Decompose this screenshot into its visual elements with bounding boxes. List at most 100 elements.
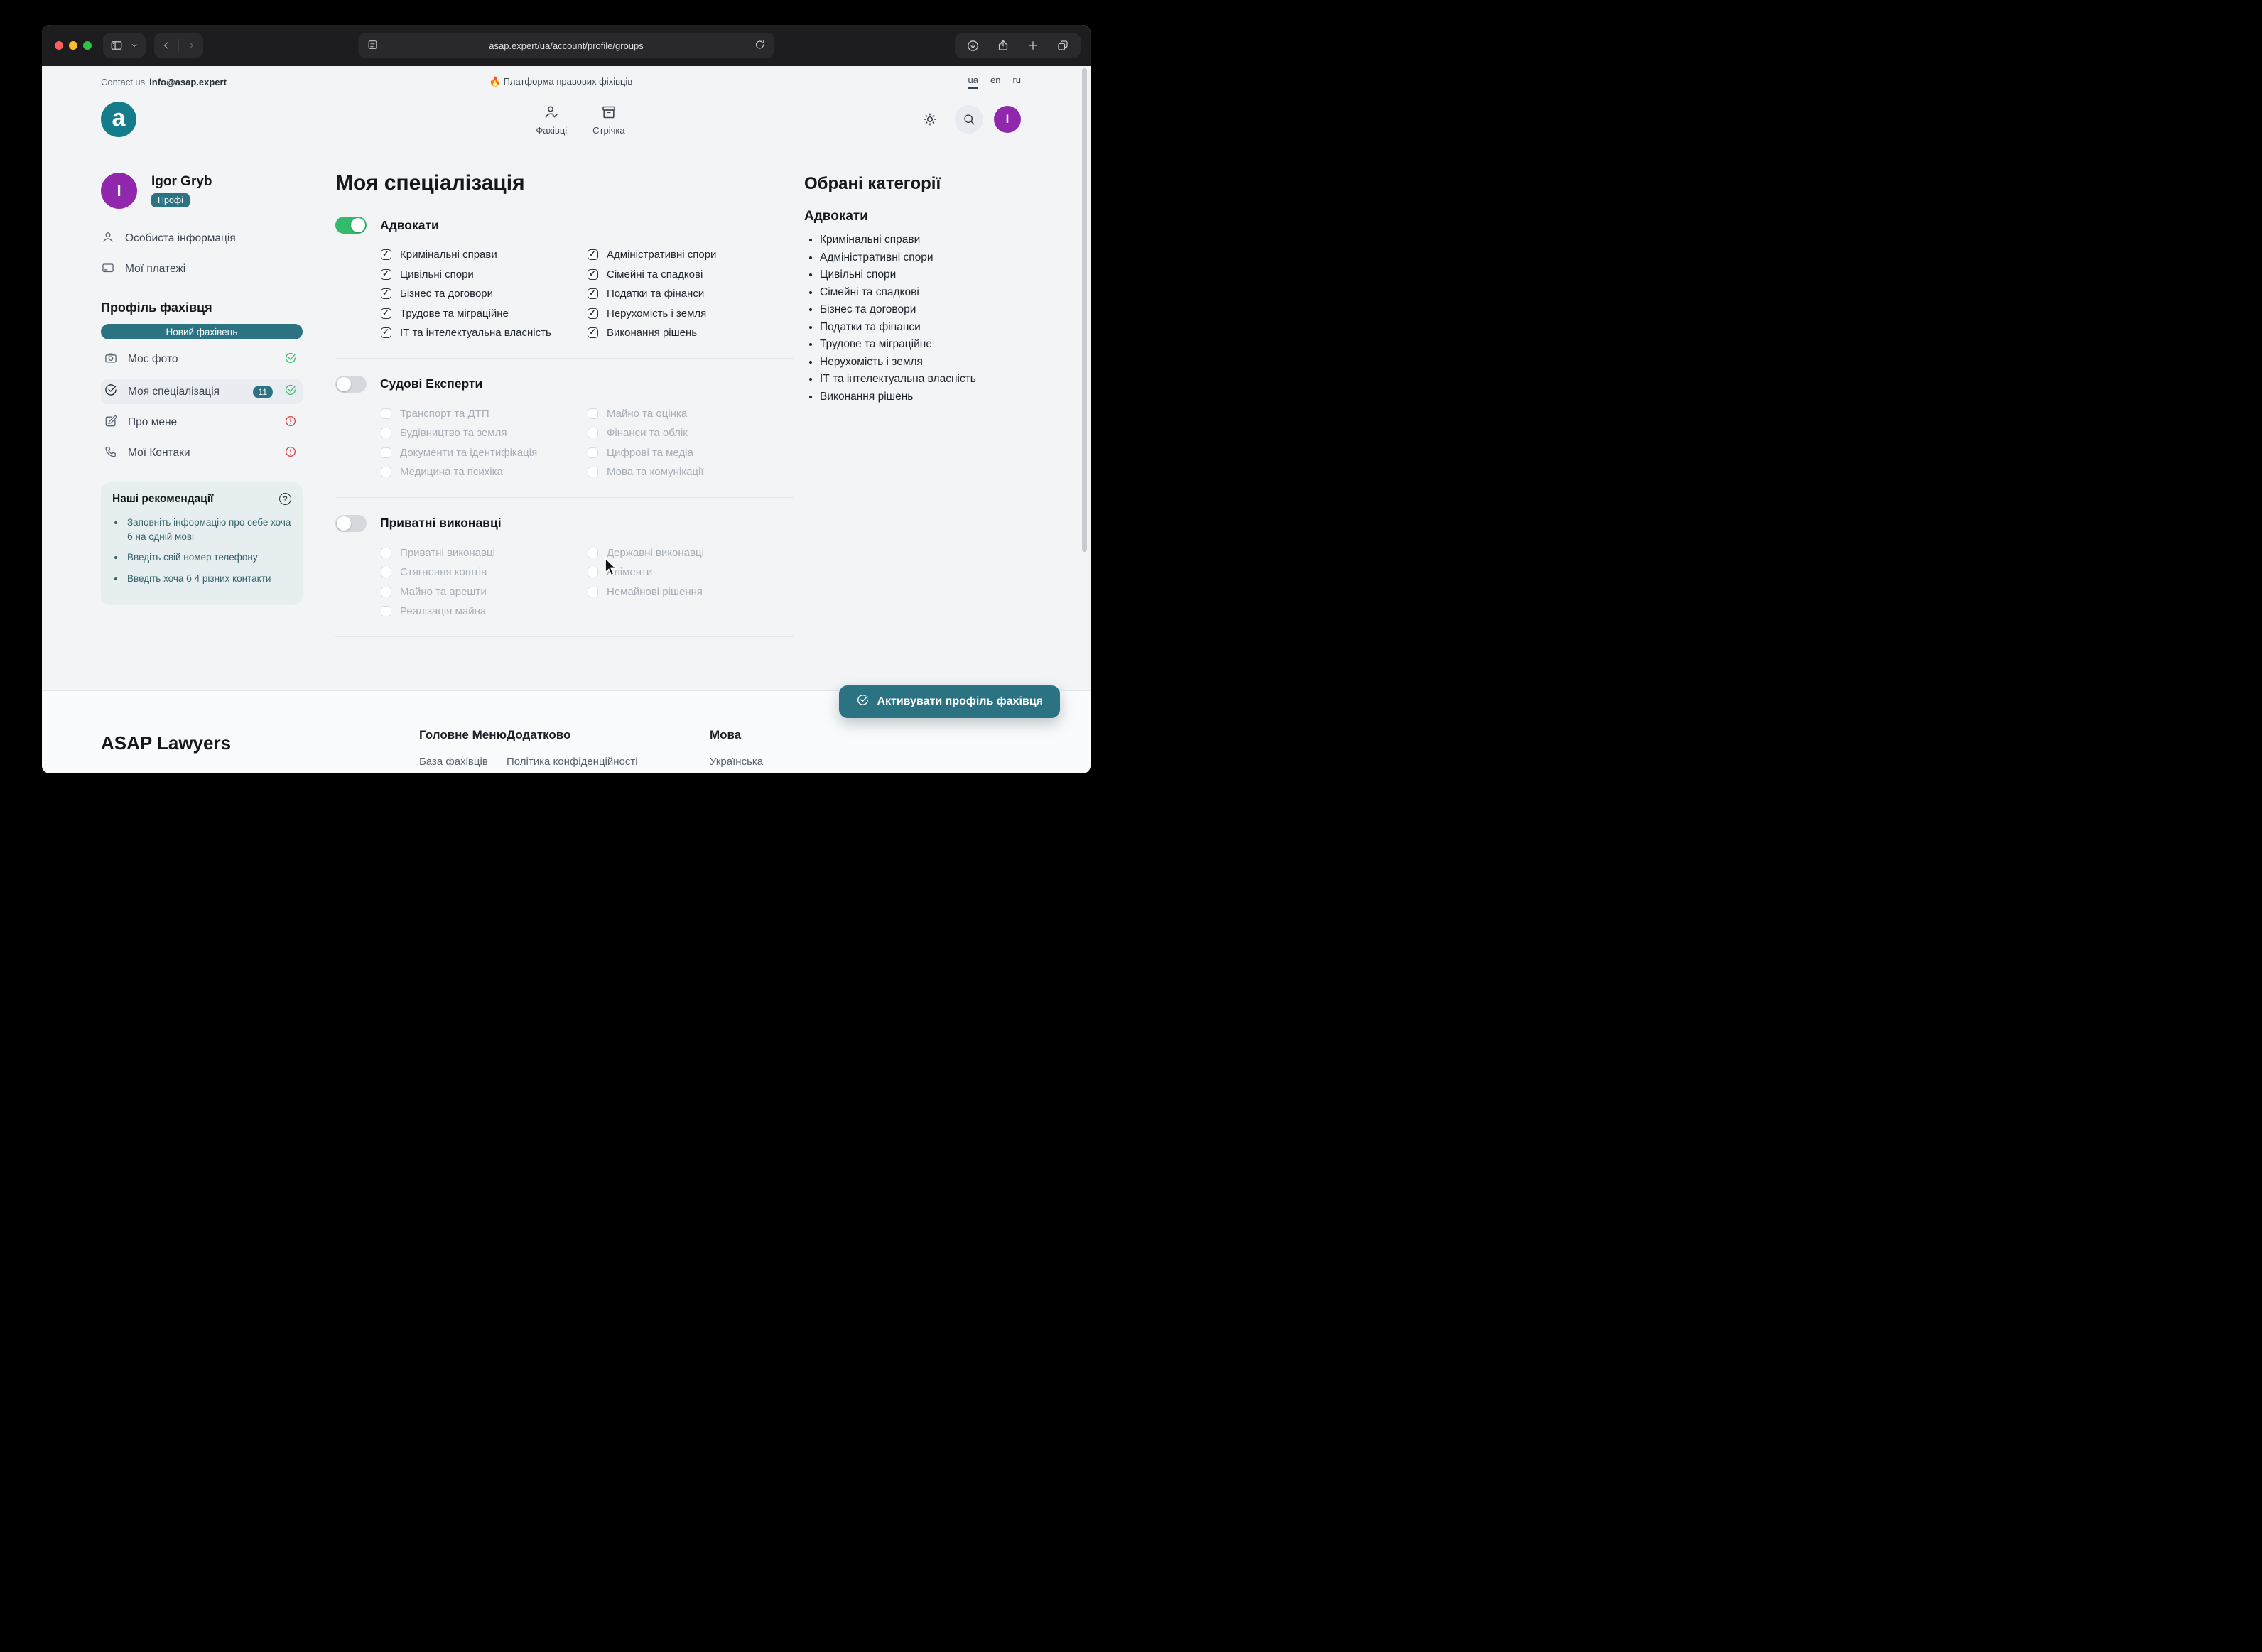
sidebar-avatar[interactable]: I [101,173,137,209]
checkbox-item[interactable]: Стягнення коштів [381,563,588,582]
checkbox-item[interactable]: Фінанси та облік [588,423,794,443]
group-toggle[interactable] [335,376,367,393]
group-toggle[interactable] [335,515,367,532]
checkbox-item[interactable]: Кримінальні справи [381,245,588,265]
checkbox-item[interactable]: Цифрові та медіа [588,443,794,463]
checkbox-item[interactable]: Сімейні та спадкові [588,265,794,285]
checkbox-item[interactable]: Реалізація майна [381,602,588,621]
avatar-initial: I [117,182,121,200]
footer-link[interactable]: Українська [710,756,922,768]
chevron-down-icon[interactable] [130,41,139,50]
search-icon[interactable] [955,105,983,134]
checkbox-item[interactable]: ІТ та інтелектуальна власність [381,323,588,343]
new-specialist-status-button[interactable]: Новий фахівець [101,324,303,339]
checkbox-unchecked[interactable] [381,428,391,438]
sidebar-item-my-photo[interactable]: Моє фото [101,349,303,370]
checkbox-item[interactable]: Немайнові рішення [588,582,794,602]
checkbox-unchecked[interactable] [381,567,391,577]
address-bar[interactable]: asap.expert/ua/account/profile/groups [359,33,774,58]
checkbox-unchecked[interactable] [381,606,391,616]
checkbox-unchecked[interactable] [381,408,391,419]
footer-link[interactable]: База фахівців [419,756,507,768]
user-avatar[interactable]: I [994,106,1021,133]
sidebar-item-my-specialization[interactable]: Моя спеціалізація 11 [101,379,303,404]
checkbox-unchecked[interactable] [588,567,598,577]
recommendation-item[interactable]: Введіть хоча б 4 різних контакти [125,572,291,586]
checkbox-checked[interactable] [381,327,391,338]
checkbox-item[interactable]: Майно та оцінка [588,404,794,424]
checkbox-unchecked[interactable] [588,467,598,477]
sidebar-item-about-me[interactable]: Про мене [101,412,303,433]
status-incomplete-icon [284,415,297,431]
sidebar-item-personal-info[interactable]: Особиста інформація [101,229,303,249]
checkbox-item[interactable]: Бізнес та договори [381,284,588,304]
checkbox-checked[interactable] [381,288,391,299]
contact-email[interactable]: info@asap.expert [149,77,227,87]
checkbox-unchecked[interactable] [588,408,598,419]
tab-overview-icon[interactable] [1056,39,1069,52]
checkbox-unchecked[interactable] [588,548,598,558]
checkbox-checked[interactable] [381,249,391,260]
checkbox-checked[interactable] [588,288,598,299]
close-window-button[interactable] [55,41,63,50]
language-option-en[interactable]: en [990,75,1000,89]
checkbox-item[interactable]: Трудове та міграційне [381,304,588,324]
nav-item-feed[interactable]: Стрічка [592,104,624,136]
language-option-ua[interactable]: ua [968,75,978,89]
checkbox-item[interactable]: Податки та фінанси [588,284,794,304]
share-icon[interactable] [997,39,1010,52]
checkbox-item[interactable]: Будівництво та земля [381,423,588,443]
checkbox-unchecked[interactable] [381,467,391,477]
asap-logo[interactable]: a [101,102,136,137]
activate-profile-button[interactable]: Активувати профіль фахівця [839,685,1060,718]
language-option-ru[interactable]: ru [1012,75,1021,89]
checkbox-item[interactable]: Адміністративні спори [588,245,794,265]
checkbox-item[interactable]: Цивільні спори [381,265,588,285]
group-toggle[interactable] [335,217,367,234]
checkbox-checked[interactable] [588,269,598,280]
sidebar-item-my-contacts[interactable]: Мої Контаки [101,442,303,464]
recommendation-item[interactable]: Заповніть інформацію про себе хоча б на … [125,516,291,543]
checkbox-unchecked[interactable] [381,587,391,597]
group-header: Адвокати [335,217,794,234]
checkbox-item[interactable]: Документи та ідентифікація [381,443,588,463]
reload-icon[interactable] [754,39,766,50]
checkbox-unchecked[interactable] [588,587,598,597]
checkbox-label: Медицина та психіка [400,466,503,478]
checkbox-item[interactable]: Майно та арешти [381,582,588,602]
checkbox-item[interactable]: Приватні виконавці [381,543,588,563]
nav-item-specialists[interactable]: Фахівці [536,104,567,136]
checkbox-item[interactable]: Аліменти [588,563,794,582]
checkbox-item[interactable]: Мова та комунікації [588,462,794,482]
checkbox-unchecked[interactable] [588,447,598,458]
checkbox-checked[interactable] [381,269,391,280]
recommendation-item[interactable]: Введіть свій номер телефону [125,550,291,565]
new-tab-icon[interactable] [1027,39,1039,52]
forward-button[interactable] [186,40,196,50]
downloads-icon[interactable] [966,39,980,53]
checkbox-item[interactable]: Нерухомість і земля [588,304,794,324]
checkbox-unchecked[interactable] [588,428,598,438]
zoom-window-button[interactable] [83,41,92,50]
checkbox-unchecked[interactable] [381,548,391,558]
checkbox-checked[interactable] [588,249,598,260]
checkbox-checked[interactable] [588,327,598,338]
sidebar-item-payments[interactable]: Мої платежі [101,259,303,279]
footer-column: Додатково Політика конфіденційності [507,728,710,773]
page-settings-icon[interactable] [367,39,379,50]
checkbox-item[interactable]: Транспорт та ДТП [381,404,588,424]
theme-toggle-sun-icon[interactable] [916,105,944,134]
page-scrollbar[interactable] [1082,68,1087,552]
checkbox-item[interactable]: Виконання рішень [588,323,794,343]
checkbox-checked[interactable] [381,308,391,319]
checkbox-checked[interactable] [588,308,598,319]
footer-column-title: Додатково [507,728,710,742]
help-icon[interactable]: ? [279,493,291,505]
checkbox-item[interactable]: Медицина та психіка [381,462,588,482]
back-button[interactable] [161,40,171,50]
footer-link[interactable]: Політика конфіденційності [507,756,710,768]
minimize-window-button[interactable] [69,41,77,50]
sidebar-toggle-icon[interactable] [110,39,123,52]
checkbox-unchecked[interactable] [381,447,391,458]
checkbox-item[interactable]: Державні виконавці [588,543,794,563]
